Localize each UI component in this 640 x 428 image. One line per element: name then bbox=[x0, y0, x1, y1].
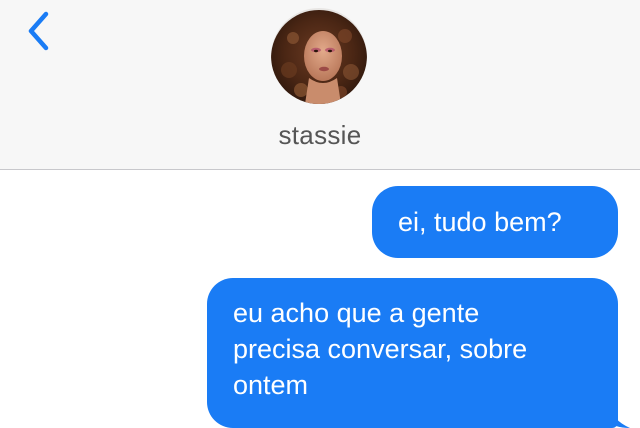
conversation-header: stassie bbox=[0, 0, 640, 170]
message-bubble[interactable]: ei, tudo bem? bbox=[372, 186, 618, 258]
message-bubble[interactable]: eu acho que a gente precisa conversar, s… bbox=[207, 278, 618, 428]
contact-name[interactable]: stassie bbox=[0, 120, 640, 151]
message-text: ei, tudo bem? bbox=[398, 207, 562, 237]
avatar-photo bbox=[271, 8, 367, 104]
message-text-line: precisa conversar, sobre bbox=[233, 334, 528, 364]
back-button[interactable] bbox=[22, 10, 58, 54]
bubble-tail bbox=[606, 406, 630, 428]
avatar[interactable] bbox=[271, 8, 367, 104]
message-text-line: ontem bbox=[233, 370, 309, 400]
chevron-left-icon bbox=[28, 11, 49, 51]
message-thread: ei, tudo bem? eu acho que a gente precis… bbox=[0, 170, 640, 428]
message-text-line: eu acho que a gente bbox=[233, 298, 480, 328]
